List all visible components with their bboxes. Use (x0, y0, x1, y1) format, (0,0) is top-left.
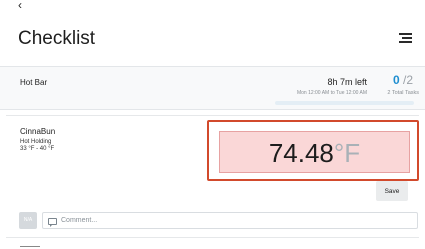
next-task-card[interactable] (6, 237, 419, 249)
comment-placeholder: Comment... (61, 217, 98, 224)
total-count: /2 (402, 73, 413, 87)
task-details: Hot Holding 33 °F - 40 °F (20, 139, 54, 153)
task-range: 33 °F - 40 °F (20, 146, 55, 152)
na-button[interactable]: N/A (19, 212, 37, 229)
temperature-value: 74.48 (268, 138, 334, 168)
save-button[interactable]: Save (376, 181, 408, 201)
temperature-input[interactable]: 74.48°F (219, 131, 410, 173)
task-name: CinnaBun (20, 127, 56, 136)
comment-field[interactable]: Comment... (42, 212, 418, 229)
progress-bar (275, 101, 414, 105)
temperature-unit: °F (333, 138, 361, 168)
page-title: Checklist (18, 28, 96, 49)
back-chevron-icon[interactable]: ‹ (18, 0, 32, 11)
task-category: Hot Holding (20, 139, 52, 145)
time-range: Mon 12:00 AM to Tue 12:00 AM (296, 90, 367, 96)
section-name: Hot Bar (20, 78, 48, 87)
checklist-section-header: Hot Bar 8h 7m left Mon 12:00 AM to Tue 1… (0, 66, 425, 110)
total-tasks-label: 2 Total Tasks (387, 90, 419, 96)
temperature-reading: 74.48°F (220, 138, 409, 169)
task-count: 0 /2 (393, 73, 413, 87)
hamburger-menu-icon[interactable] (399, 33, 412, 45)
comment-icon (48, 218, 57, 227)
completed-count: 0 (392, 73, 400, 87)
time-left: 8h 7m left (327, 77, 367, 87)
